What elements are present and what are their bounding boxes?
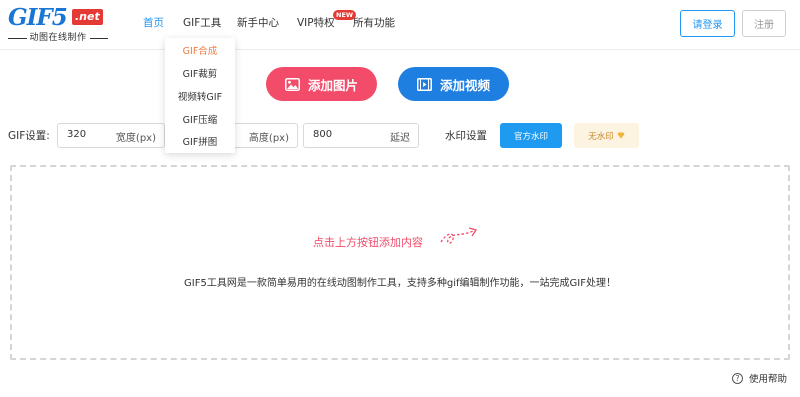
nav-beginner-center[interactable]: 新手中心 [237,16,279,30]
logo-slogan-row: 动图在线制作 [8,32,109,44]
official-watermark-button[interactable]: 官方水印 [500,123,562,148]
help-label: 使用帮助 [749,374,788,385]
page: GIF5 .net 动图在线制作 首页 GIF工具 新手中心 VIP特权 NEW… [0,0,800,397]
drop-zone-description: GIF5工具网是一款简单易用的在线动图制作工具，支持多种gif编辑制作功能，一站… [184,278,616,289]
register-button[interactable]: 注册 [742,10,786,37]
nav-all-features[interactable]: 所有功能 [353,16,395,30]
image-icon [284,77,300,91]
question-circle-icon: ? [732,372,743,384]
dropdown-item-gif-crop[interactable]: GIF裁剪 [165,69,235,81]
header: GIF5 .net 动图在线制作 首页 GIF工具 新手中心 VIP特权 NEW… [0,0,800,50]
add-video-button[interactable]: 添加视频 [398,67,509,101]
dropdown-item-gif-compress[interactable]: GIF压缩 [165,115,235,127]
no-watermark-label: 无水印 [588,131,614,142]
dropdown-item-video-to-gif[interactable]: 视频转GIF [165,92,235,104]
logo-rule-left [8,37,27,39]
width-value: 320 [67,129,87,140]
nav-home[interactable]: 首页 [143,16,164,30]
logo-rule-right [89,37,109,39]
help-link[interactable]: ? 使用帮助 [732,371,787,385]
logo-text: GIF5 [8,4,68,31]
upload-drop-zone[interactable] [10,165,790,360]
delay-value: 800 [313,129,333,140]
width-unit: 宽度(px) [115,133,156,144]
no-watermark-button[interactable]: 无水印 [574,123,639,148]
logo-slogan: 动图在线制作 [29,33,87,43]
add-image-label: 添加图片 [307,77,358,93]
dropdown-item-gif-compose[interactable]: GIF合成 [165,46,235,58]
height-unit: 高度(px) [248,133,289,144]
gif-tools-dropdown: GIF合成 GIF裁剪 视频转GIF GIF压缩 GIF拼图 [165,38,235,153]
dropdown-item-gif-collage[interactable]: GIF拼图 [165,137,235,149]
delay-unit: 延迟 [390,133,410,144]
width-field[interactable]: 320 宽度(px) [57,123,165,148]
nav-vip[interactable]: VIP特权 [297,16,335,30]
add-image-button[interactable]: 添加图片 [266,67,377,101]
logo-badge: .net [72,9,103,25]
logo[interactable]: GIF5 .net 动图在线制作 [8,4,109,45]
add-video-label: 添加视频 [439,77,490,93]
diamond-icon [617,132,625,139]
drop-zone-hint: 点击上方按钮添加内容 [313,236,423,249]
video-icon [416,77,432,91]
login-button[interactable]: 请登录 [680,10,735,37]
nav-gif-tools[interactable]: GIF工具 [183,16,221,30]
gif-settings-label: GIF设置: [8,130,50,142]
curly-arrow-icon [440,227,478,244]
delay-field[interactable]: 800 延迟 [303,123,419,148]
watermark-settings-label: 水印设置 [445,130,487,142]
